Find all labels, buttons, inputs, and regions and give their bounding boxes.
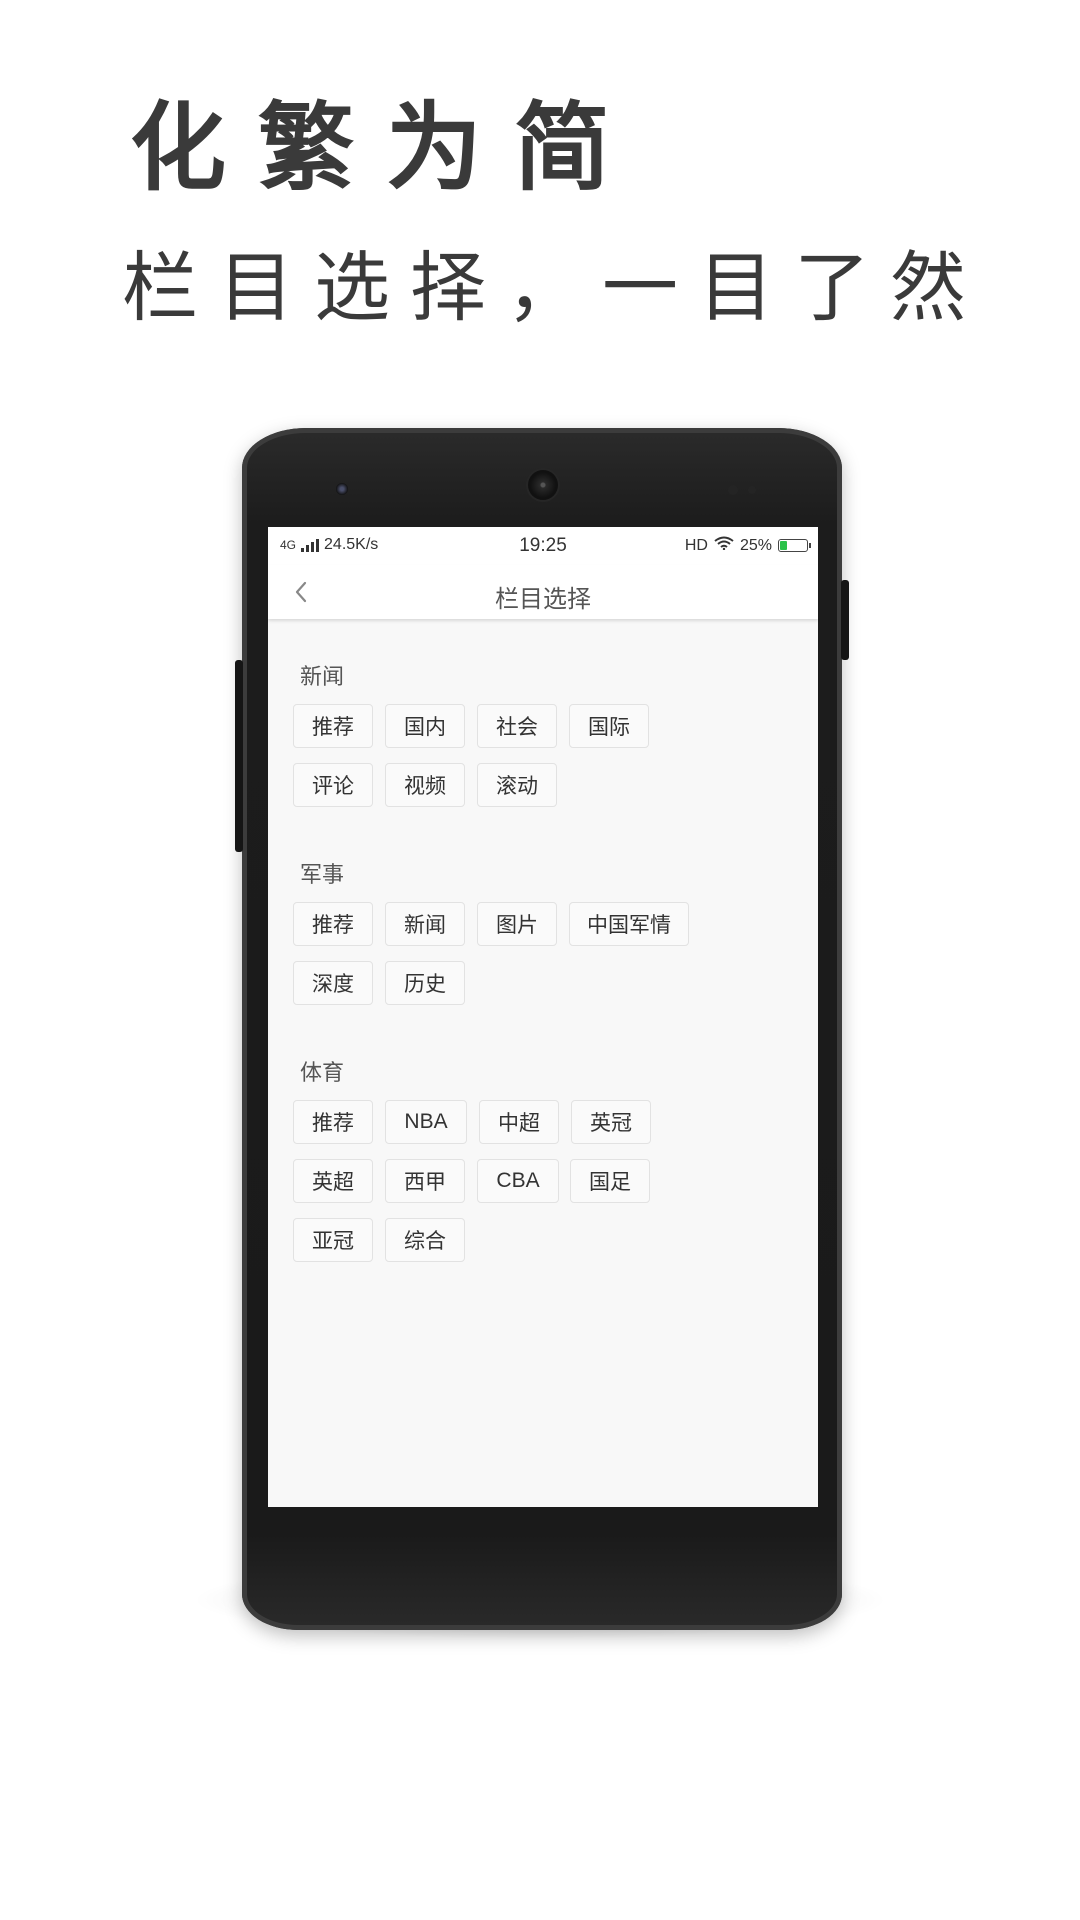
- tag-item[interactable]: 中超: [479, 1100, 559, 1144]
- tag-item[interactable]: 国足: [570, 1159, 650, 1203]
- power-button: [841, 580, 849, 660]
- proximity-sensor: [728, 485, 738, 495]
- tag-item[interactable]: 国内: [385, 704, 465, 748]
- wifi-icon: [714, 536, 734, 555]
- nav-bar: 栏目选择: [268, 565, 818, 619]
- status-bar: 4G 24.5K/s 19:25 HD 25%: [268, 527, 818, 565]
- tag-item[interactable]: 英冠: [571, 1100, 651, 1144]
- tag-item[interactable]: 新闻: [385, 902, 465, 946]
- tag-item[interactable]: 国际: [569, 704, 649, 748]
- tag-item[interactable]: CBA: [477, 1159, 559, 1203]
- earpiece-speaker: [528, 470, 558, 500]
- hd-indicator: HD: [684, 536, 708, 554]
- phone-screen: 4G 24.5K/s 19:25 HD 25% 栏目选择 新闻 推荐 国内 社会…: [268, 527, 818, 1507]
- tag-item[interactable]: 推荐: [293, 902, 373, 946]
- phone-frame: 4G 24.5K/s 19:25 HD 25% 栏目选择 新闻 推荐 国内 社会…: [235, 428, 849, 1630]
- tag-item[interactable]: 视频: [385, 763, 465, 807]
- tag-item[interactable]: 西甲: [385, 1159, 465, 1203]
- tag-item[interactable]: 综合: [385, 1218, 465, 1262]
- volume-button: [235, 660, 243, 852]
- front-camera: [336, 483, 348, 495]
- tag-item[interactable]: 滚动: [477, 763, 557, 807]
- light-sensor: [748, 486, 756, 494]
- page-title: 栏目选择: [495, 585, 591, 613]
- battery-level: [780, 541, 787, 550]
- section-title-news: 新闻: [300, 665, 345, 690]
- tag-item[interactable]: 图片: [477, 902, 557, 946]
- promo-title: 化繁为简: [130, 91, 642, 204]
- tag-item[interactable]: 亚冠: [293, 1218, 373, 1262]
- section-title-sports: 体育: [300, 1061, 345, 1086]
- section-title-military: 军事: [300, 863, 345, 888]
- tag-item[interactable]: 推荐: [293, 1100, 373, 1144]
- tag-item[interactable]: 推荐: [293, 704, 373, 748]
- promo-subtitle: 栏目选择，一目了然: [122, 243, 986, 332]
- tag-item[interactable]: 社会: [477, 704, 557, 748]
- battery-percent: 25%: [739, 536, 772, 554]
- tag-item[interactable]: 历史: [385, 961, 465, 1005]
- tag-item[interactable]: 英超: [293, 1159, 373, 1203]
- tag-item[interactable]: 深度: [293, 961, 373, 1005]
- tag-item[interactable]: 评论: [293, 763, 373, 807]
- tag-item[interactable]: NBA: [385, 1100, 467, 1144]
- battery-icon: [778, 539, 811, 552]
- tag-item[interactable]: 中国军情: [569, 902, 689, 946]
